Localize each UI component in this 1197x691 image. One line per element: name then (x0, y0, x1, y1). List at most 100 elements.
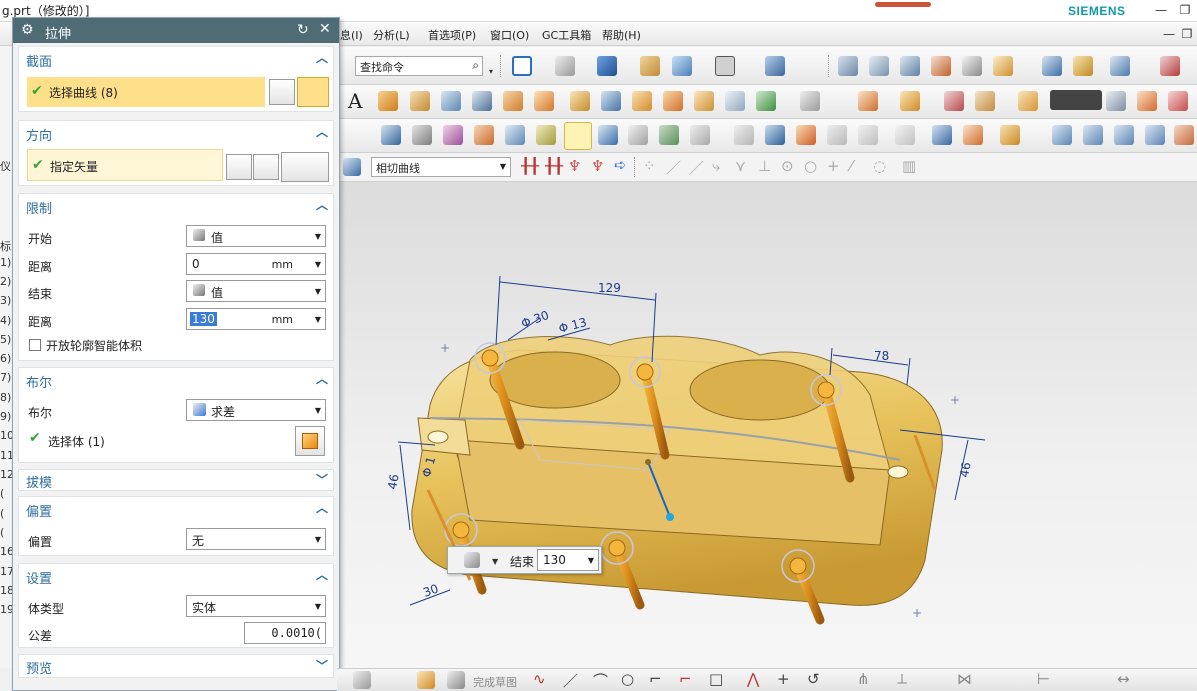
lamp-icon[interactable] (536, 125, 556, 145)
graphics-window[interactable]: 129 Φ 30 Φ 13 78 46 46 Φ 1 30 + + + ▼ 结束… (337, 182, 1197, 668)
measure-icon[interactable] (1042, 56, 1062, 76)
grid-icon[interactable] (1106, 91, 1126, 111)
analysis-icon[interactable] (1073, 56, 1093, 76)
light-icon[interactable] (505, 125, 525, 145)
dim-dia-30[interactable]: Φ 30 (519, 308, 551, 331)
offset-title[interactable]: 偏置 (26, 501, 52, 520)
reset-button[interactable]: ↻ (297, 22, 309, 38)
extend-icon[interactable]: ⟂ (897, 670, 907, 688)
snap-onto-icon[interactable]: ⁄ (850, 157, 853, 175)
navigator-row-fragment[interactable]: 7) (0, 371, 11, 384)
chevron-down-icon[interactable]: ▼ (492, 557, 498, 566)
value-type-icon[interactable] (464, 552, 480, 568)
boolean-title[interactable]: 布尔 (26, 372, 52, 391)
preview-title[interactable]: 预览 (26, 658, 52, 677)
select-filter-icon[interactable] (1110, 56, 1130, 76)
open-profile-checkbox[interactable] (29, 339, 41, 351)
studio-icon[interactable] (765, 125, 785, 145)
snap-center-icon[interactable]: ⊙ (781, 157, 794, 175)
sketch-section-button[interactable] (269, 79, 295, 105)
stop-at-intersection-icon[interactable]: ╂╂ (521, 157, 539, 175)
preview-group[interactable]: 预览 ﹀ (18, 654, 334, 678)
surface-3-icon[interactable] (1114, 125, 1134, 145)
dim-129[interactable]: 129 (598, 281, 621, 295)
follow-fillet-icon[interactable]: ╂╂ (545, 157, 563, 175)
section-title[interactable]: 截面 (26, 51, 52, 70)
text-tool-icon[interactable]: A (348, 89, 362, 113)
view-cube-icon[interactable] (353, 671, 371, 689)
chevron-up-icon[interactable]: ︿ (316, 196, 328, 213)
box-wire-icon[interactable] (858, 125, 878, 145)
surface-4-icon[interactable] (1145, 125, 1165, 145)
box-outline-icon[interactable] (827, 125, 847, 145)
select-body-button[interactable] (295, 426, 325, 456)
draft-title[interactable]: 拔模 (26, 472, 52, 491)
extrude-icon[interactable] (410, 91, 430, 111)
limits-title[interactable]: 限制 (26, 198, 52, 217)
plane-icon[interactable] (962, 56, 982, 76)
snap-point-2-icon[interactable]: + (827, 157, 840, 175)
navigator-row-fragment[interactable]: ( (0, 507, 4, 520)
gear-icon[interactable]: ⚙ (21, 22, 34, 38)
arc-icon[interactable]: ⌒ (593, 670, 608, 691)
dim-46-left[interactable]: 46 (385, 473, 401, 490)
select-curve-row[interactable]: ✔ 选择曲线 (8) (27, 77, 265, 107)
snap-quadrant-icon[interactable]: ○ (804, 157, 817, 175)
fillet-icon[interactable]: ⌐ (649, 670, 662, 688)
draft-icon[interactable] (900, 91, 920, 111)
layer-settings-icon[interactable] (838, 56, 858, 76)
chevron-up-icon[interactable]: ︿ (316, 49, 328, 66)
shell-icon[interactable] (858, 91, 878, 111)
offset-face-icon[interactable] (944, 91, 964, 111)
navigator-row-fragment[interactable]: 1) (0, 256, 11, 269)
polygon-icon[interactable]: ⋀ (747, 670, 759, 688)
finish-sketch-label[interactable]: 完成草图 (473, 674, 517, 690)
navigator-row-fragment[interactable]: 4) (0, 314, 11, 327)
unite-icon[interactable] (632, 91, 652, 111)
publish-icon[interactable] (1000, 125, 1020, 145)
arrow-icon[interactable]: ➪ (614, 156, 627, 174)
image-icon[interactable] (628, 125, 648, 145)
render-style-icon[interactable] (555, 56, 575, 76)
chevron-up-icon[interactable]: ︿ (316, 566, 328, 583)
cube-icon[interactable] (343, 158, 361, 176)
navigator-row-fragment[interactable]: 9) (0, 410, 11, 423)
cylinder-icon[interactable] (472, 91, 492, 111)
chevron-up-icon[interactable]: ︿ (316, 370, 328, 387)
block-icon[interactable] (378, 91, 398, 111)
end-type-select[interactable]: 值 ▼ (186, 280, 326, 302)
navigator-row-fragment[interactable]: ( (0, 487, 4, 500)
navigator-row-fragment[interactable]: 8) (0, 391, 11, 404)
spheres-icon[interactable] (734, 125, 754, 145)
section-view-icon[interactable] (640, 56, 660, 76)
snap-arc-icon[interactable]: ◌ (873, 157, 886, 175)
profile-icon[interactable]: ∿ (533, 670, 546, 688)
chevron-up-icon[interactable]: ︿ (316, 499, 328, 516)
navigator-row-fragment[interactable]: 6) (0, 352, 11, 365)
rectangle-icon[interactable]: □ (709, 670, 723, 688)
dim-30[interactable]: 30 (421, 581, 440, 599)
doc-restore-button[interactable]: ❐ (1178, 26, 1196, 42)
line-icon[interactable]: ／ (563, 670, 578, 691)
chevron-down-icon[interactable]: ﹀ (316, 471, 328, 488)
constraint-icon[interactable]: ⊢ (1037, 670, 1050, 688)
vector-handle[interactable] (666, 513, 674, 521)
surface-2-icon[interactable] (1083, 125, 1103, 145)
end-distance-input[interactable]: 130 mm ▼ (186, 308, 326, 330)
specify-vector-row[interactable]: ✔ 指定矢量 (27, 149, 223, 181)
finish-sketch-icon[interactable] (447, 671, 465, 689)
navigator-row-fragment[interactable]: 仪 (0, 158, 11, 174)
work-layer-icon[interactable] (765, 56, 785, 76)
snap-mid-icon[interactable]: ／ (666, 157, 681, 178)
surface-5-icon[interactable] (1174, 125, 1194, 145)
material-icon[interactable] (412, 125, 432, 145)
snap-line-icon[interactable]: ／ (689, 157, 704, 178)
tolerance-input[interactable]: 0.0010( (244, 622, 326, 644)
trim-body-icon[interactable] (800, 91, 820, 111)
pattern-icon[interactable] (570, 91, 590, 111)
end-value-input[interactable]: 130 ▼ (537, 549, 599, 571)
snap-face-icon[interactable]: ♆ (591, 157, 604, 175)
user-view-icon[interactable] (598, 125, 618, 145)
navigator-row-fragment[interactable]: 5) (0, 333, 11, 346)
fit-view-icon[interactable] (512, 56, 532, 76)
